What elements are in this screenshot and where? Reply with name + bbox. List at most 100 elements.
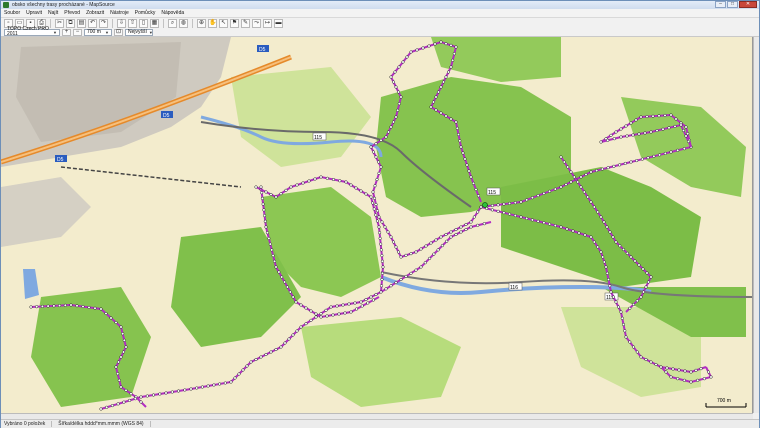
track-point[interactable] (596, 245, 600, 249)
track-point[interactable] (525, 216, 529, 220)
receive-from-device-icon[interactable]: ⇩ (117, 18, 126, 28)
track-point[interactable] (621, 322, 626, 327)
track-point[interactable] (399, 255, 403, 259)
track-point[interactable] (263, 214, 267, 218)
track-point[interactable] (229, 380, 233, 384)
track-point[interactable] (569, 170, 573, 174)
track-point[interactable] (676, 377, 680, 381)
track-point[interactable] (375, 219, 379, 223)
track-point[interactable] (439, 40, 443, 44)
track-point[interactable] (496, 203, 500, 207)
track-point[interactable] (319, 175, 323, 179)
track-point[interactable] (689, 380, 693, 384)
track-point[interactable] (116, 372, 120, 376)
track-point[interactable] (374, 292, 378, 297)
track-point[interactable] (601, 255, 605, 259)
track-point[interactable] (476, 194, 481, 198)
track-point[interactable] (669, 113, 673, 117)
track-point[interactable] (637, 132, 641, 136)
track-point[interactable] (434, 238, 438, 242)
track-point[interactable] (665, 366, 669, 370)
track-point[interactable] (619, 310, 623, 314)
track-point[interactable] (324, 308, 328, 312)
track-point[interactable] (449, 43, 453, 47)
zoom-fit-icon[interactable]: ⊡ (114, 28, 123, 36)
track-point[interactable] (629, 121, 633, 125)
menu-zobrazit[interactable]: Zobrazit (83, 10, 107, 16)
track-point[interactable] (645, 115, 649, 119)
track-point[interactable] (375, 209, 380, 213)
track-point[interactable] (233, 376, 237, 380)
track-point[interactable] (673, 124, 677, 128)
track-point[interactable] (513, 201, 517, 205)
track-point[interactable] (304, 306, 308, 310)
find-icon[interactable]: ⌕ (168, 18, 177, 28)
track-point[interactable] (482, 222, 486, 226)
track-point[interactable] (349, 310, 353, 314)
track-point[interactable] (427, 44, 431, 48)
track-point[interactable] (389, 284, 393, 288)
track-point[interactable] (519, 200, 523, 204)
menu-pomucky[interactable]: Pomůcky (132, 10, 159, 16)
track-point[interactable] (380, 277, 384, 282)
track-point[interactable] (119, 325, 123, 329)
track-point[interactable] (602, 260, 606, 264)
track-point[interactable] (479, 205, 483, 209)
track-point[interactable] (645, 271, 649, 275)
track-point[interactable] (380, 271, 385, 275)
track-point[interactable] (29, 305, 33, 309)
track-point[interactable] (249, 360, 253, 364)
track-point[interactable] (354, 186, 358, 190)
track-point[interactable] (454, 232, 458, 237)
track-point[interactable] (391, 240, 396, 244)
track-point[interactable] (641, 267, 645, 271)
track-point[interactable] (631, 302, 636, 307)
track-point[interactable] (52, 304, 56, 308)
track-point[interactable] (646, 280, 651, 284)
track-point[interactable] (371, 298, 375, 302)
track-point[interactable] (436, 248, 440, 252)
hand-tool-icon[interactable]: ✋ (208, 18, 217, 28)
track-point[interactable] (284, 188, 288, 192)
waypoint-tool-icon[interactable]: ⚑ (230, 18, 239, 28)
track-point[interactable] (58, 304, 62, 308)
track-point[interactable] (405, 55, 409, 59)
track-point[interactable] (646, 156, 650, 160)
track-point[interactable] (621, 247, 626, 252)
track-point[interactable] (553, 187, 557, 191)
track-point[interactable] (380, 220, 384, 224)
track-point[interactable] (119, 355, 123, 359)
track-point[interactable] (396, 108, 400, 112)
track-point[interactable] (331, 313, 335, 317)
copy-icon[interactable]: ⧉ (66, 18, 75, 28)
track-point[interactable] (325, 176, 329, 180)
track-point[interactable] (384, 135, 388, 139)
track-point[interactable] (265, 231, 269, 235)
zoom-level-select[interactable]: 700 m ▼ (84, 28, 112, 36)
track-point[interactable] (456, 132, 461, 137)
track-point[interactable] (689, 370, 693, 374)
track-point[interactable] (121, 332, 125, 336)
track-point[interactable] (404, 274, 408, 278)
track-point[interactable] (114, 320, 118, 325)
track-point[interactable] (635, 350, 639, 354)
track-point[interactable] (259, 355, 263, 359)
track-point[interactable] (260, 191, 264, 195)
track-point[interactable] (441, 80, 446, 84)
waypoint-marker[interactable] (482, 202, 488, 208)
track-point[interactable] (369, 145, 373, 149)
track-point[interactable] (652, 154, 656, 158)
title-bar[interactable]: obsko všechny trasy procházané - MapSour… (1, 1, 759, 9)
track-point[interactable] (464, 227, 468, 232)
track-point[interactable] (110, 404, 114, 408)
track-point[interactable] (542, 221, 546, 225)
track-point[interactable] (279, 192, 283, 196)
track-point[interactable] (264, 190, 268, 194)
track-point[interactable] (389, 125, 393, 129)
track-point[interactable] (582, 190, 586, 194)
track-point[interactable] (119, 385, 123, 389)
track-point[interactable] (377, 171, 381, 175)
track-point[interactable] (391, 80, 396, 84)
track-point[interactable] (379, 165, 383, 169)
track-point[interactable] (391, 120, 396, 124)
